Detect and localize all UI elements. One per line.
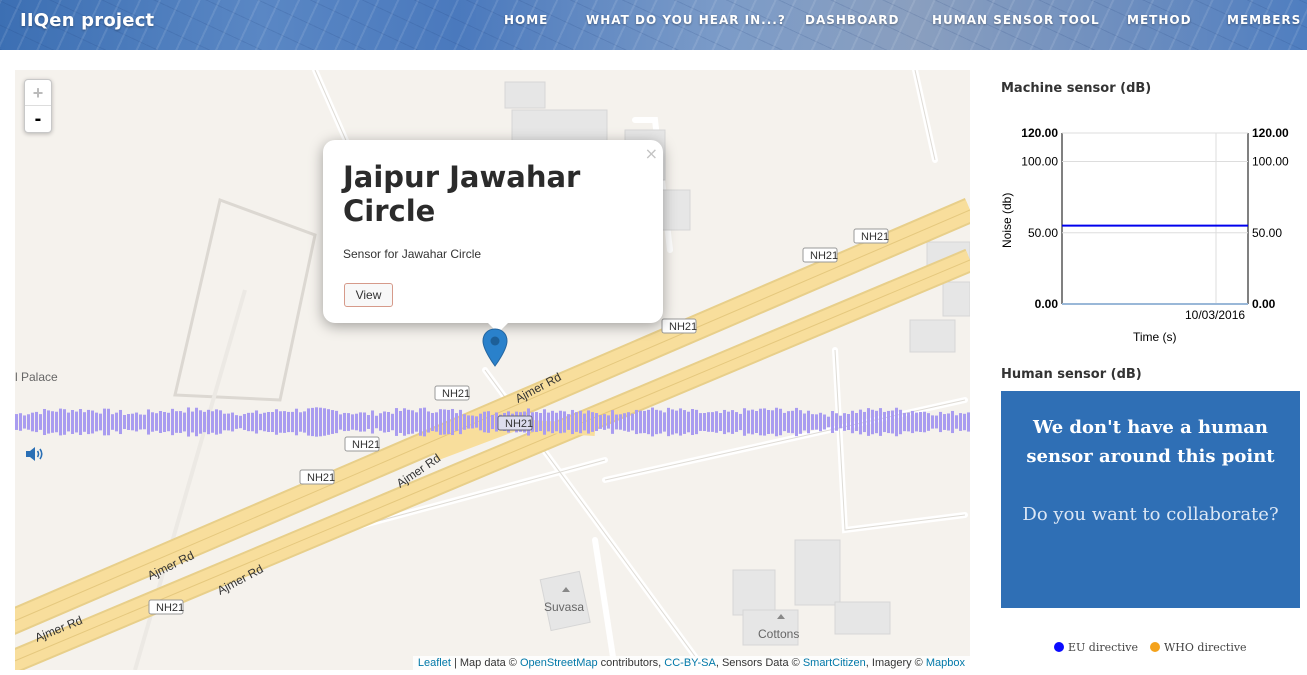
attribution-text: | Map data © [450, 657, 520, 669]
road-shield-label: NH21 [352, 439, 380, 451]
road-label-ajmer: Ajmer Rd [33, 613, 85, 645]
chart-grid [1062, 132, 1248, 305]
y-tick-label-left: 50.00 [1028, 226, 1058, 240]
place-label-cottons: Cottons [758, 627, 799, 641]
road-shield: NH21 [344, 436, 380, 452]
road-shield: NH21 [434, 385, 470, 401]
legend-who-label: WHO directive [1164, 641, 1247, 654]
legend-eu-directive: EU directive [1054, 641, 1138, 654]
popup-close-button[interactable]: × [645, 144, 658, 163]
leaflet-link[interactable]: Leaflet [418, 657, 451, 669]
zoom-out-button[interactable]: - [25, 106, 51, 132]
legend-who-dot [1150, 642, 1160, 652]
y-tick-label-right: 50.00 [1252, 226, 1282, 240]
road-shield-label: NH21 [669, 321, 697, 333]
y-tick-label-right: 100.00 [1252, 155, 1289, 169]
osm-link[interactable]: OpenStreetMap [520, 657, 598, 669]
road-shield-label: NH21 [307, 472, 335, 484]
road-shield: NH21 [661, 318, 697, 334]
machine-sensor-chart: 0.00 0.00 50.00 50.00 100.00 100.00 120.00 120.… [1000, 126, 1289, 344]
zoom-control: + - [24, 79, 52, 133]
popup-description: Sensor for Jawahar Circle [343, 247, 482, 261]
place-label-palace: l Palace [15, 370, 58, 384]
license-link[interactable]: CC-BY-SA [664, 657, 716, 669]
y-tick-label-left: 0.00 [1035, 297, 1059, 311]
y-tick-label-left: 120.00 [1021, 126, 1058, 140]
road-shield-label: NH21 [156, 602, 184, 614]
x-axis-label: Time (s) [1133, 330, 1177, 344]
road-shield: NH21 [853, 228, 889, 244]
zoom-in-button[interactable]: + [25, 80, 51, 106]
machine-sensor-title: Machine sensor (dB) [1001, 81, 1152, 96]
road-label-ajmer: Ajmer Rd [145, 548, 196, 583]
road-shield: NH21 [299, 469, 335, 485]
map-view[interactable]: NH21 NH21 NH21 NH21 NH21 NH21 NH21 NH21 … [15, 70, 970, 670]
chart-series [1062, 224, 1248, 305]
x-tick-date: 10/03/2016 [1185, 308, 1245, 322]
road-label-ajmer: Ajmer Rd [394, 451, 443, 491]
place-label-suvasa: Suvasa [544, 600, 584, 614]
nav-home[interactable]: HOME [504, 13, 548, 27]
sensor-popup: × Jaipur Jawahar Circle Sensor for Jawah… [323, 140, 663, 323]
road-shield-label: NH21 [505, 418, 533, 430]
attribution-text: , Imagery © [865, 657, 926, 669]
nav-members[interactable]: MEMBERS [1227, 13, 1301, 27]
chart-ticks: 0.00 0.00 50.00 50.00 100.00 100.00 120.00 120.… [1021, 126, 1289, 311]
popup-title: Jaipur Jawahar Circle [343, 160, 581, 228]
road-shield-label: NH21 [810, 250, 838, 262]
road-shield: NH21 [148, 599, 184, 615]
nav-human-sensor-tool[interactable]: HUMAN SENSOR TOOL [932, 13, 1100, 27]
nav-method[interactable]: METHOD [1127, 13, 1192, 27]
legend-who-directive: WHO directive [1150, 641, 1247, 654]
road-shield-label: NH21 [861, 231, 889, 243]
y-tick-label-right: 0.00 [1252, 297, 1276, 311]
road-label-ajmer: Ajmer Rd [513, 370, 564, 406]
view-button[interactable]: View [344, 283, 393, 307]
attribution-text: , Sensors Data © [715, 657, 803, 669]
brand-logo[interactable]: IIQen project [20, 10, 154, 31]
map-attribution: Leaflet | Map data © OpenStreetMap contr… [412, 656, 970, 670]
speaker-icon[interactable] [25, 446, 45, 462]
road-shield: NH21 [802, 247, 838, 263]
mapbox-link[interactable]: Mapbox [926, 657, 965, 669]
shop-icon [562, 587, 570, 592]
human-sensor-box: We don't have a human sensor around this… [1001, 391, 1300, 608]
y-tick-label-right: 120.00 [1252, 126, 1289, 140]
legend-eu-dot [1054, 642, 1064, 652]
road-shield: NH21 [497, 415, 533, 431]
legend-eu-label: EU directive [1068, 641, 1138, 654]
road-label-ajmer: Ajmer Rd [215, 562, 266, 598]
map-marker-icon[interactable] [482, 328, 508, 368]
nav-what-do-you-hear[interactable]: WHAT DO YOU HEAR IN...? [586, 13, 786, 27]
road-shield-label: NH21 [442, 388, 470, 400]
attribution-text: contributors, [597, 657, 665, 669]
smartcitizen-link[interactable]: SmartCitizen [803, 657, 866, 669]
collaborate-link[interactable]: Do you want to collaborate? [1016, 499, 1285, 530]
y-axis-label: Noise (db) [1000, 193, 1014, 248]
top-navbar: IIQen project HOME WHAT DO YOU HEAR IN..… [0, 0, 1307, 50]
shop-icon [777, 614, 785, 619]
nav-dashboard[interactable]: DASHBOARD [805, 13, 899, 27]
y-tick-label-left: 100.00 [1021, 155, 1058, 169]
human-sensor-title: Human sensor (dB) [1001, 367, 1142, 382]
no-human-sensor-message: We don't have a human sensor around this… [1026, 417, 1275, 467]
